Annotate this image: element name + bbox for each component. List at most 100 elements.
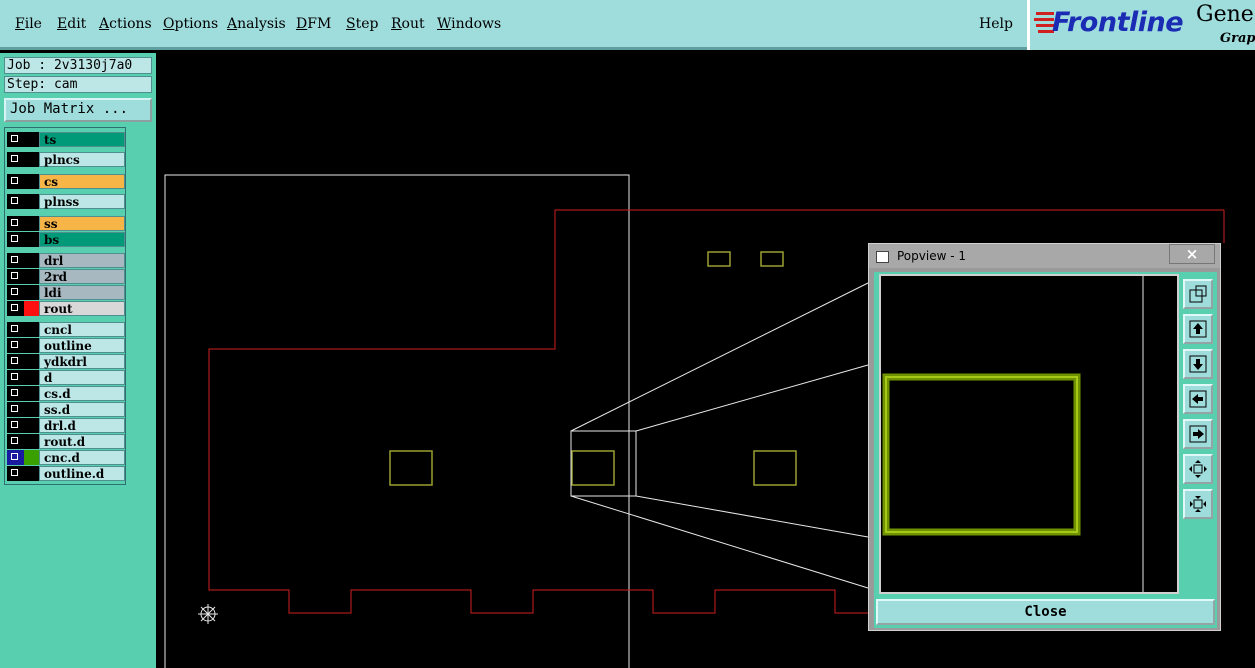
layer-checkbox[interactable] (7, 174, 24, 189)
layer-checkbox[interactable] (7, 338, 24, 353)
layer-name[interactable]: ts (39, 132, 125, 147)
layer-checkbox[interactable] (7, 434, 24, 449)
layer-checkbox[interactable] (7, 370, 24, 385)
layer-color-swatch[interactable] (24, 450, 39, 465)
layer-list-scrollbar[interactable] (128, 127, 152, 485)
layer-checkbox[interactable] (7, 194, 24, 209)
menu-dfm[interactable]: DFM (296, 16, 331, 32)
layer-name[interactable]: plnss (39, 194, 125, 209)
layer-name[interactable]: ss (39, 216, 125, 231)
layer-row-plnss[interactable]: plnss (7, 194, 125, 209)
menu-actions[interactable]: Actions (99, 16, 152, 32)
layer-checkbox[interactable] (7, 402, 24, 417)
layer-name[interactable]: outline (39, 338, 125, 353)
layer-row-d[interactable]: d (7, 370, 125, 385)
layer-color-swatch[interactable] (24, 269, 39, 284)
layer-color-swatch[interactable] (24, 216, 39, 231)
layer-color-swatch[interactable] (24, 370, 39, 385)
menu-options[interactable]: Options (163, 16, 218, 32)
layer-name[interactable]: ldi (39, 285, 125, 300)
layer-name[interactable]: cs (39, 174, 125, 189)
layer-color-swatch[interactable] (24, 354, 39, 369)
pan-down-button[interactable] (1183, 349, 1213, 379)
zoom-in-button[interactable] (1183, 454, 1213, 484)
menu-help[interactable]: Help (979, 16, 1013, 32)
layer-row-outline[interactable]: outline (7, 338, 125, 353)
layer-name[interactable]: cnc.d (39, 450, 125, 465)
job-matrix-button[interactable]: Job Matrix ... (4, 98, 152, 122)
layer-color-swatch[interactable] (24, 434, 39, 449)
layer-color-swatch[interactable] (24, 301, 39, 316)
layer-color-swatch[interactable] (24, 466, 39, 481)
layer-checkbox[interactable] (7, 418, 24, 433)
layer-row-bs[interactable]: bs (7, 232, 125, 247)
layer-color-swatch[interactable] (24, 232, 39, 247)
layer-row-rout-d[interactable]: rout.d (7, 434, 125, 449)
window-close-button[interactable]: × (1169, 244, 1215, 264)
menu-windows[interactable]: Windows (437, 16, 501, 32)
layer-row-rout[interactable]: rout (7, 301, 125, 316)
layer-name[interactable]: rout.d (39, 434, 125, 449)
layer-name[interactable]: cs.d (39, 386, 125, 401)
layer-color-swatch[interactable] (24, 132, 39, 147)
layer-color-swatch[interactable] (24, 285, 39, 300)
layer-name[interactable]: rout (39, 301, 125, 316)
layer-row-cnc-d[interactable]: cnc.d (7, 450, 125, 465)
layer-checkbox[interactable] (7, 253, 24, 268)
menu-rout[interactable]: Rout (391, 16, 425, 32)
layer-checkbox[interactable] (7, 450, 24, 465)
layer-checkbox[interactable] (7, 354, 24, 369)
layer-name[interactable]: d (39, 370, 125, 385)
popview-viewport[interactable] (879, 274, 1179, 594)
popview-close-button[interactable]: Close (876, 599, 1215, 625)
layer-row-plncs[interactable]: plncs (7, 152, 125, 167)
layer-row-ydkdrl[interactable]: ydkdrl (7, 354, 125, 369)
menu-file[interactable]: File (15, 16, 42, 32)
layer-checkbox[interactable] (7, 301, 24, 316)
layer-name[interactable]: drl.d (39, 418, 125, 433)
layer-row-drl-d[interactable]: drl.d (7, 418, 125, 433)
layer-color-swatch[interactable] (24, 152, 39, 167)
layer-row-2rd[interactable]: 2rd (7, 269, 125, 284)
layer-checkbox[interactable] (7, 322, 24, 337)
layer-checkbox[interactable] (7, 132, 24, 147)
layer-color-swatch[interactable] (24, 386, 39, 401)
layer-checkbox[interactable] (7, 152, 24, 167)
layer-checkbox[interactable] (7, 466, 24, 481)
layer-color-swatch[interactable] (24, 418, 39, 433)
layer-row-outline-d[interactable]: outline.d (7, 466, 125, 481)
layer-row-cncl[interactable]: cncl (7, 322, 125, 337)
menu-step[interactable]: Step (346, 16, 378, 32)
layer-name[interactable]: plncs (39, 152, 125, 167)
layer-name[interactable]: drl (39, 253, 125, 268)
layer-row-ldi[interactable]: ldi (7, 285, 125, 300)
layer-name[interactable]: ss.d (39, 402, 125, 417)
layer-checkbox[interactable] (7, 216, 24, 231)
layer-color-swatch[interactable] (24, 322, 39, 337)
layer-name[interactable]: bs (39, 232, 125, 247)
layer-color-swatch[interactable] (24, 253, 39, 268)
menu-edit[interactable]: Edit (57, 16, 86, 32)
layer-row-cs[interactable]: cs (7, 174, 125, 189)
layer-row-ss[interactable]: ss (7, 216, 125, 231)
layer-name[interactable]: cncl (39, 322, 125, 337)
layer-checkbox[interactable] (7, 386, 24, 401)
zoom-fit-button[interactable] (1183, 279, 1213, 309)
layer-color-swatch[interactable] (24, 402, 39, 417)
layer-color-swatch[interactable] (24, 338, 39, 353)
layer-checkbox[interactable] (7, 232, 24, 247)
layer-name[interactable]: ydkdrl (39, 354, 125, 369)
layer-name[interactable]: 2rd (39, 269, 125, 284)
layer-checkbox[interactable] (7, 269, 24, 284)
layer-row-cs-d[interactable]: cs.d (7, 386, 125, 401)
layer-row-drl[interactable]: drl (7, 253, 125, 268)
layer-color-swatch[interactable] (24, 194, 39, 209)
zoom-out-button[interactable] (1183, 489, 1213, 519)
pan-left-button[interactable] (1183, 384, 1213, 414)
layer-color-swatch[interactable] (24, 174, 39, 189)
menu-analysis[interactable]: Analysis (227, 16, 286, 32)
pan-up-button[interactable] (1183, 314, 1213, 344)
pan-right-button[interactable] (1183, 419, 1213, 449)
layer-checkbox[interactable] (7, 285, 24, 300)
layer-row-ss-d[interactable]: ss.d (7, 402, 125, 417)
